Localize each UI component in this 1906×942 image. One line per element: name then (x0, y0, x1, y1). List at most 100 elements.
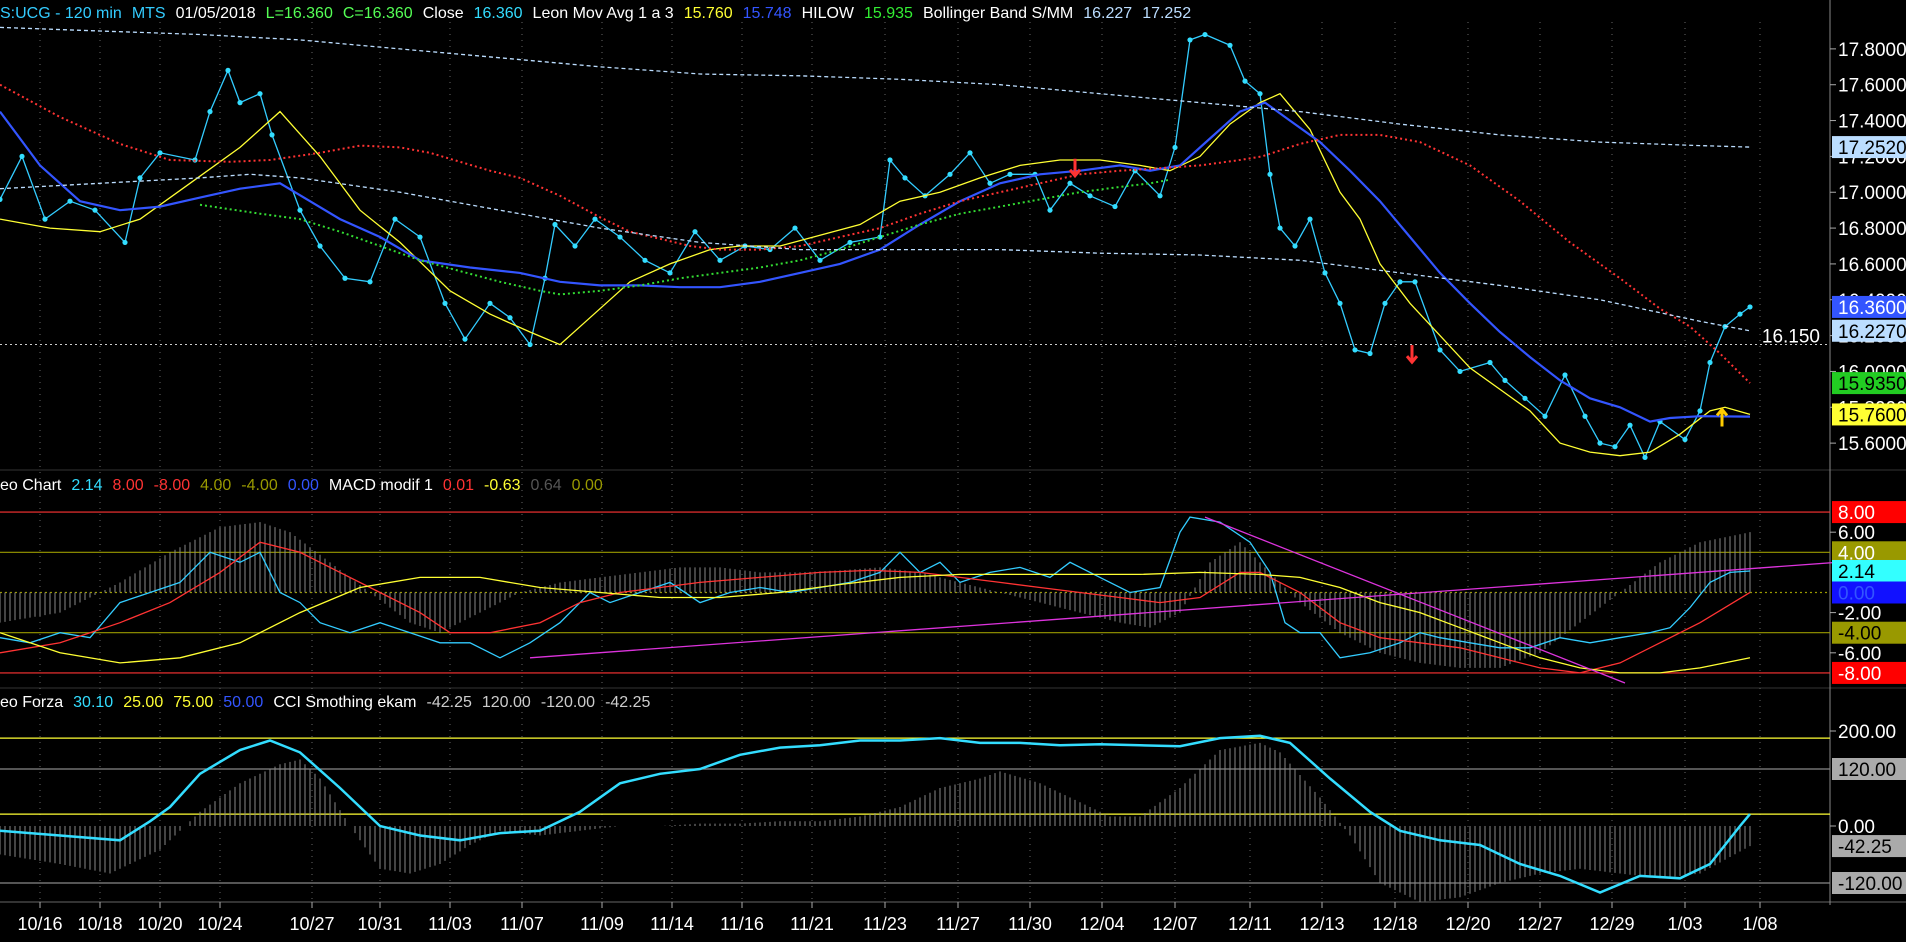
close-point (1157, 193, 1163, 199)
close-point (1007, 171, 1013, 177)
x-tick-label: 12/13 (1299, 914, 1344, 934)
close-point (392, 216, 398, 222)
close-point (1457, 368, 1463, 375)
close-point (1257, 91, 1263, 97)
cci-header-item: 50.00 (223, 694, 263, 711)
x-tick-label: 11/03 (428, 914, 472, 934)
close-point (1737, 311, 1743, 317)
chart-background (0, 0, 1906, 942)
x-tick-label: 12/04 (1079, 914, 1124, 934)
close-point (487, 300, 493, 306)
y-tick-label: 16.6000 (1838, 255, 1906, 276)
price-header-item: 16.227 (1083, 5, 1132, 22)
x-tick-label: 11/23 (863, 914, 907, 934)
close-point (157, 150, 163, 156)
price-header-item: C=16.360 (343, 5, 413, 22)
x-tick-label: 10/24 (197, 914, 242, 934)
close-point (342, 275, 348, 281)
close-point (442, 300, 448, 306)
cci-header: eo Forza 30.10 25.00 75.00 50.00 CCI Smothing… (0, 694, 651, 711)
close-point (1487, 359, 1493, 366)
close-point (887, 157, 893, 163)
close-point (19, 153, 25, 159)
y-tick-label: -6.00 (1838, 644, 1881, 665)
cci-header-item: -42.25 (427, 694, 472, 711)
price-header: S:UCG - 120 min MTS 01/05/2018 L=16.360 C=16… (0, 5, 1191, 22)
price-header-item: MTS (132, 5, 166, 22)
close-point (507, 315, 513, 321)
x-tick-label: 11/21 (790, 914, 834, 934)
x-tick-label: 11/16 (720, 914, 764, 934)
value-tag-label: 120.00 (1838, 760, 1896, 781)
cci-header-item: eo Forza (0, 694, 63, 711)
close-point (1697, 408, 1703, 414)
close-point (297, 207, 303, 213)
cci-header-item: 120.00 (482, 694, 531, 711)
close-point (1202, 31, 1208, 38)
x-tick-label: 1/03 (1667, 914, 1702, 934)
x-tick-label: 10/16 (17, 914, 62, 934)
close-point (1562, 372, 1568, 378)
close-point (122, 239, 128, 246)
close-point (1522, 395, 1528, 401)
value-tag-label: -120.00 (1838, 874, 1902, 895)
close-point (462, 336, 468, 342)
close-point (552, 221, 558, 228)
macd-header-item: 2.14 (71, 477, 102, 494)
value-tag-label: 16.2270 (1838, 322, 1906, 343)
value-tag-label: -8.00 (1838, 664, 1881, 685)
y-tick-label: 17.4000 (1838, 112, 1906, 133)
close-point (1187, 37, 1193, 43)
cci-header-item: 75.00 (173, 694, 213, 711)
price-header-item: Bollinger Band S/MM (923, 5, 1073, 22)
x-tick-label: 11/07 (500, 914, 544, 934)
price-header-item: Leon Mov Avg 1 a 3 (533, 5, 674, 22)
close-point (1502, 377, 1508, 383)
close-point (1382, 300, 1388, 306)
price-header-item: S:UCG - 120 min (0, 5, 122, 22)
price-header-item: 16.360 (474, 5, 523, 22)
cci-header-item: 30.10 (73, 694, 113, 711)
close-point (1682, 436, 1688, 443)
x-tick-label: 11/27 (936, 914, 980, 934)
macd-header-item: 0.01 (443, 477, 474, 494)
close-point (592, 216, 598, 222)
y-tick-label: -2.00 (1838, 604, 1881, 625)
close-point (817, 257, 823, 263)
price-header-item: 15.760 (684, 5, 733, 22)
x-tick-label: 12/11 (1228, 914, 1272, 934)
value-tag-label: 15.7600 (1838, 405, 1906, 426)
x-tick-label: 12/07 (1152, 914, 1197, 934)
x-tick-label: 11/30 (1008, 914, 1052, 934)
chart-canvas: 16.150 15.600015.800016.000016.200016.40… (0, 0, 1906, 942)
y-tick-label: 16.8000 (1838, 219, 1906, 240)
close-point (792, 225, 798, 231)
cci-header-item: 25.00 (123, 694, 163, 711)
macd-header-item: 0.64 (531, 477, 562, 494)
close-point (1047, 207, 1053, 213)
y-tick-label: 0.00 (1838, 817, 1875, 838)
y-tick-label: 17.8000 (1838, 40, 1906, 61)
x-tick-label: 1/08 (1742, 914, 1777, 934)
close-point (967, 150, 973, 156)
price-header-item: HILOW (802, 5, 855, 22)
cci-header-item: CCI Smothing ekam (273, 694, 416, 711)
close-point (947, 171, 953, 177)
macd-header-item: 8.00 (113, 477, 144, 494)
cci-header-item: -120.00 (541, 694, 595, 711)
close-point (42, 216, 48, 222)
close-point (1172, 144, 1178, 151)
close-point (237, 100, 243, 106)
close-point (1267, 171, 1273, 177)
macd-header-item: -8.00 (154, 477, 191, 494)
x-tick-label: 10/31 (357, 914, 402, 934)
y-tick-label: 15.6000 (1838, 434, 1906, 455)
close-point (847, 239, 853, 246)
close-point (1397, 279, 1403, 285)
cci-header-item: -42.25 (605, 694, 650, 711)
macd-header-item: eo Chart (0, 477, 62, 494)
price-header-item: 01/05/2018 (176, 5, 256, 22)
y-tick-label: 17.6000 (1838, 76, 1906, 97)
close-point (572, 243, 578, 249)
price-header-item: L=16.360 (266, 5, 333, 22)
